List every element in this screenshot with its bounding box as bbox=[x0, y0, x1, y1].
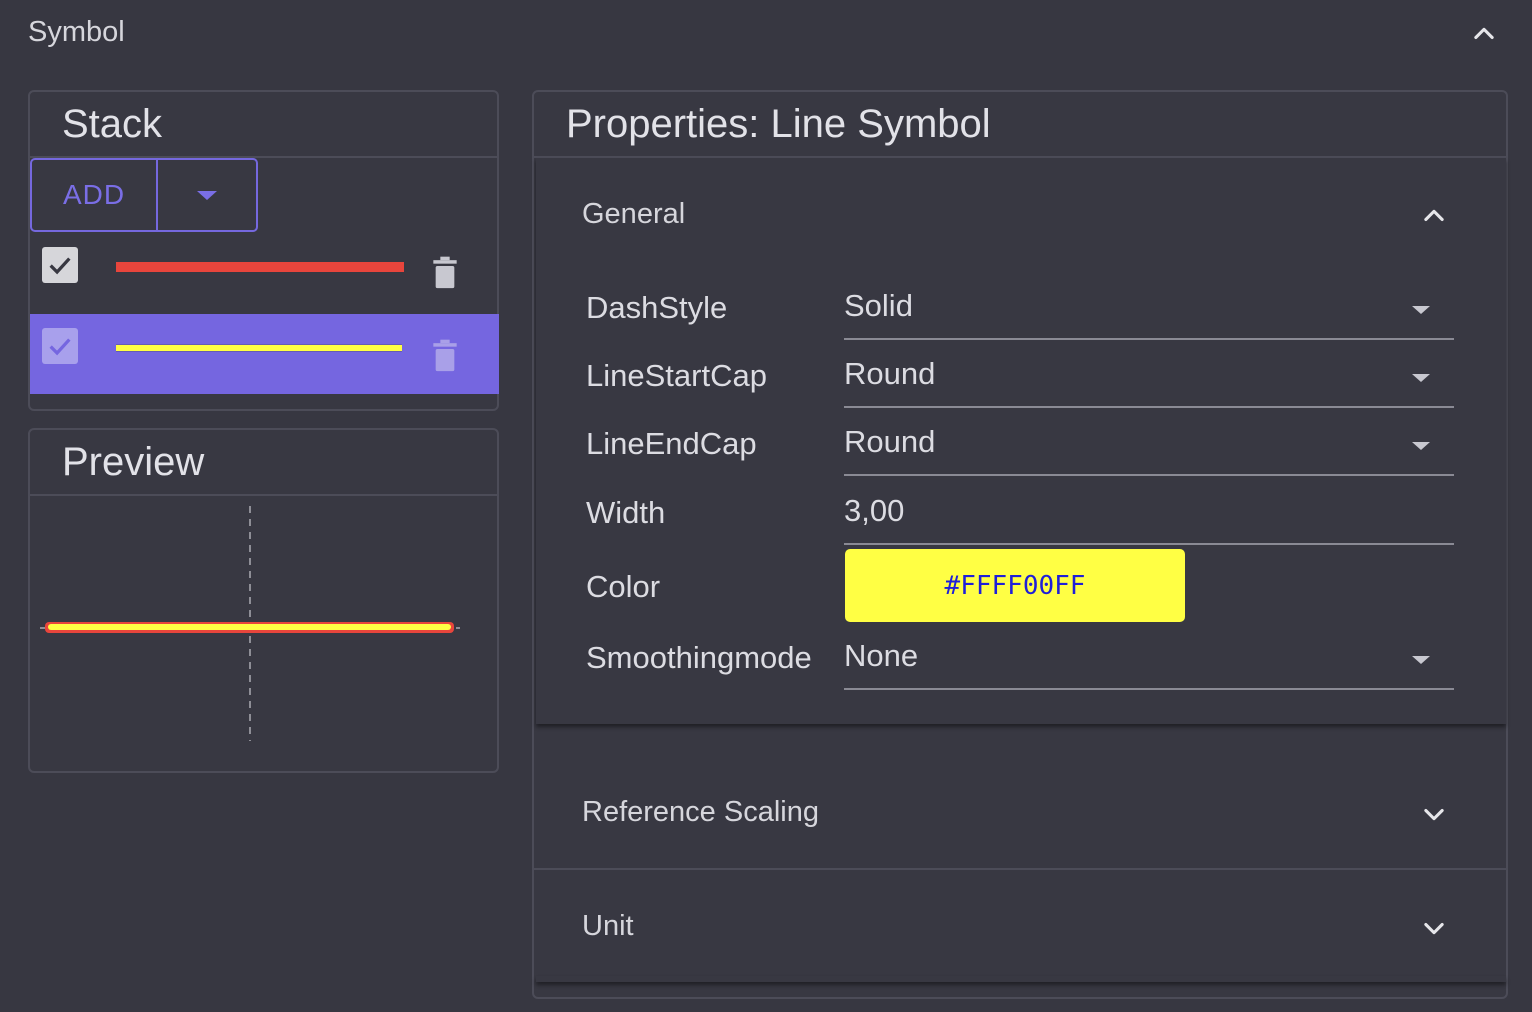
chevron-down-icon[interactable] bbox=[1414, 794, 1454, 834]
smoothingmode-label: Smoothingmode bbox=[586, 640, 812, 675]
general-panel-header[interactable]: General bbox=[534, 158, 1506, 270]
chevron-down-icon[interactable] bbox=[1414, 908, 1454, 948]
dropdown-arrow-icon bbox=[1412, 656, 1430, 664]
trash-icon[interactable] bbox=[430, 338, 460, 374]
dashstyle-value: Solid bbox=[844, 288, 913, 323]
symbol-section-header[interactable]: Symbol bbox=[0, 0, 1532, 68]
chevron-up-icon[interactable] bbox=[1414, 196, 1454, 236]
preview-line-stroke bbox=[48, 624, 451, 630]
section-title: Symbol bbox=[28, 16, 125, 48]
trash-icon[interactable] bbox=[430, 255, 460, 291]
chevron-up-icon[interactable] bbox=[1464, 14, 1504, 54]
properties-title: Properties: Line Symbol bbox=[534, 92, 1506, 158]
panel-bottom-edge bbox=[536, 976, 1506, 982]
layer-line-preview bbox=[116, 344, 402, 352]
lineendcap-label: LineEndCap bbox=[586, 426, 757, 461]
smoothingmode-select[interactable]: None bbox=[844, 632, 1454, 690]
general-title: General bbox=[582, 198, 686, 230]
preview-panel: Preview bbox=[28, 428, 499, 773]
preview-title: Preview bbox=[30, 430, 497, 496]
stack-layer-row[interactable] bbox=[30, 234, 499, 314]
width-value: 3,00 bbox=[844, 493, 905, 528]
width-input[interactable]: 3,00 bbox=[844, 487, 1454, 545]
stack-layer-row-selected[interactable] bbox=[30, 314, 499, 394]
preview-canvas bbox=[40, 506, 460, 741]
linestartcap-value: Round bbox=[844, 356, 936, 391]
reference-scaling-panel-header[interactable]: Reference Scaling bbox=[534, 756, 1506, 868]
add-button[interactable]: ADD bbox=[32, 160, 158, 230]
unit-panel-header[interactable]: Unit bbox=[534, 870, 1506, 982]
general-panel: General DashStyle Solid LineStartCap Rou… bbox=[536, 158, 1506, 724]
add-dropdown-button[interactable] bbox=[158, 160, 256, 230]
dashstyle-select[interactable]: Solid bbox=[844, 282, 1454, 340]
reference-scaling-title: Reference Scaling bbox=[582, 796, 819, 828]
linestartcap-label: LineStartCap bbox=[586, 358, 767, 393]
layer-visible-checkbox[interactable] bbox=[42, 247, 78, 283]
stack-panel: Stack ADD bbox=[28, 90, 499, 411]
check-icon bbox=[49, 257, 71, 275]
linestartcap-select[interactable]: Round bbox=[844, 350, 1454, 408]
dropdown-arrow-icon bbox=[1412, 306, 1430, 314]
unit-title: Unit bbox=[582, 910, 634, 942]
dropdown-arrow-icon bbox=[1412, 374, 1430, 382]
lineendcap-value: Round bbox=[844, 424, 936, 459]
properties-panel: Properties: Line Symbol General DashStyl… bbox=[532, 90, 1508, 999]
add-split-button: ADD bbox=[30, 158, 258, 232]
layer-line-preview bbox=[116, 262, 404, 272]
lineendcap-select[interactable]: Round bbox=[844, 418, 1454, 476]
stack-title: Stack bbox=[30, 92, 497, 158]
smoothingmode-value: None bbox=[844, 638, 919, 673]
width-label: Width bbox=[586, 495, 666, 530]
color-label: Color bbox=[586, 569, 661, 604]
dropdown-arrow-icon bbox=[197, 190, 217, 200]
dropdown-arrow-icon bbox=[1412, 442, 1430, 450]
color-picker-button[interactable]: #FFFF00FF bbox=[845, 549, 1185, 622]
check-icon bbox=[49, 338, 71, 356]
layer-visible-checkbox[interactable] bbox=[42, 328, 78, 364]
dashstyle-label: DashStyle bbox=[586, 290, 728, 325]
